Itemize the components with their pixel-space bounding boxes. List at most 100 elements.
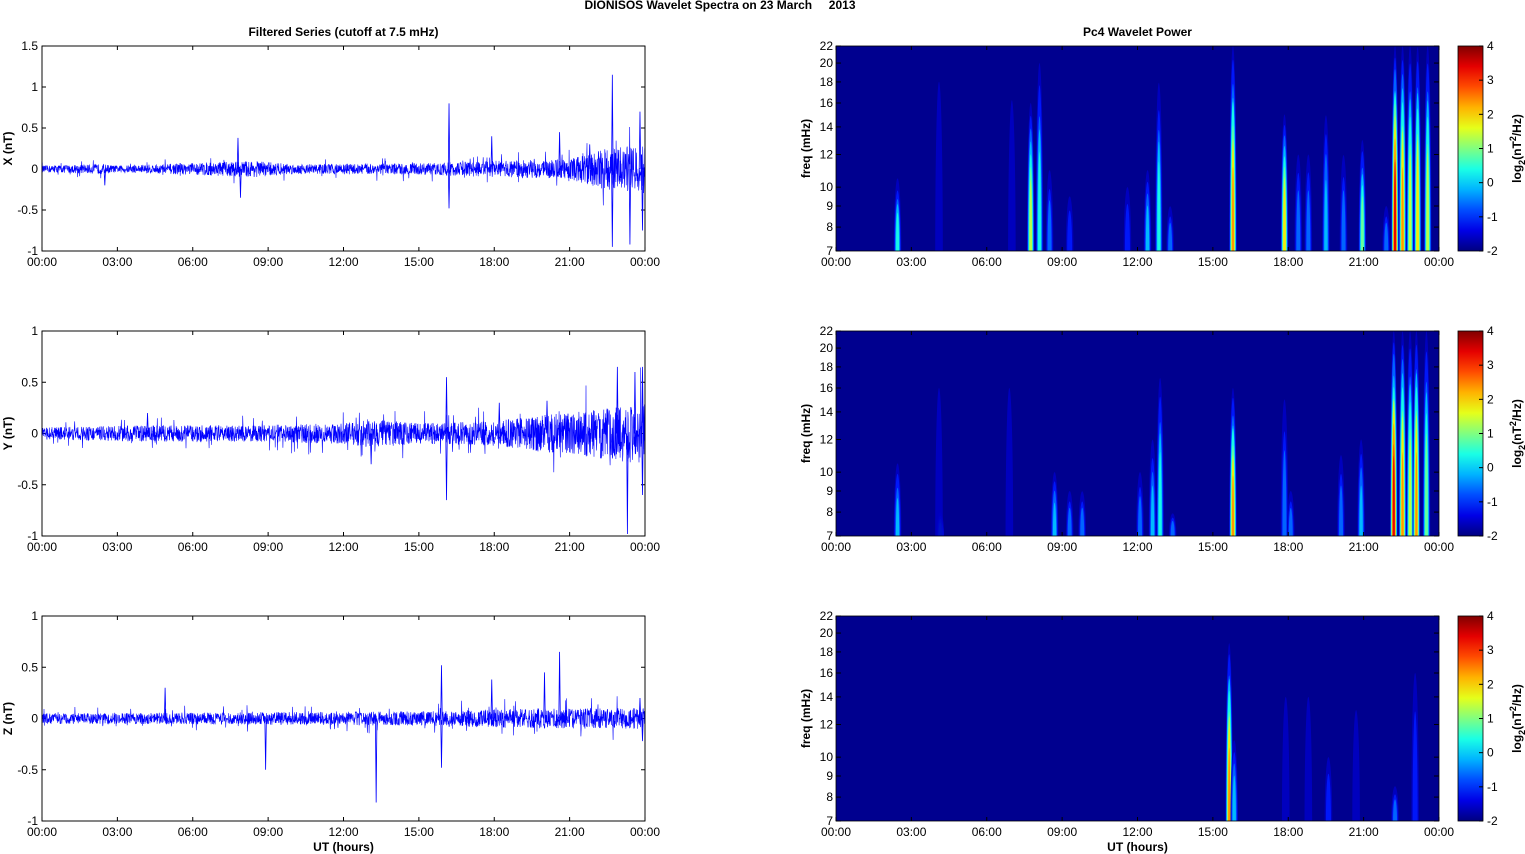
colorbar-tick-label: 2	[1487, 392, 1494, 406]
x-tick-label: 18:00	[479, 540, 509, 554]
y-tick-label: 0	[31, 712, 38, 726]
x-tick-label: 00:00	[630, 255, 660, 269]
x-tick-label: 12:00	[328, 255, 358, 269]
y-axis-label: X (nT)	[1, 132, 15, 166]
x-tick-label: 03:00	[102, 255, 132, 269]
x-tick-label: 18:00	[1273, 825, 1303, 839]
x-tick-label: 21:00	[555, 255, 585, 269]
figure: DIONISOS Wavelet Spectra on 23 March 201…	[1, 0, 1525, 854]
x-tick-label: 03:00	[102, 825, 132, 839]
y-tick-label: -0.5	[17, 203, 38, 217]
colorbar-tick-label: -2	[1487, 814, 1498, 828]
x-tick-label: 09:00	[1047, 540, 1077, 554]
colorbar-tick-label: 4	[1487, 609, 1494, 623]
colorbar-tick-label: 1	[1487, 142, 1494, 156]
x-tick-label: 03:00	[896, 255, 926, 269]
x-tick-label: 12:00	[328, 825, 358, 839]
colorbar-tick-label: 0	[1487, 746, 1494, 760]
x-tick-label: 15:00	[1198, 255, 1228, 269]
x-tick-label: 00:00	[27, 540, 57, 554]
x-tick-label: 09:00	[253, 825, 283, 839]
y-tick-label: -0.5	[17, 478, 38, 492]
x-tick-label: 15:00	[1198, 540, 1228, 554]
plot-frame	[41, 45, 646, 252]
x-axis-label: UT (hours)	[1107, 840, 1168, 854]
y-axis-label: Y (nT)	[1, 417, 15, 451]
y-tick-label: 1.5	[21, 39, 38, 53]
x-tick-label: 00:00	[1424, 540, 1454, 554]
y-tick-label: 12	[820, 148, 834, 162]
y-tick-label: 22	[820, 39, 834, 53]
x-tick-label: 15:00	[404, 825, 434, 839]
x-tick-label: 15:00	[404, 540, 434, 554]
y-axis-label: freq (mHz)	[799, 404, 813, 463]
y-tick-label: 8	[826, 220, 833, 234]
y-tick-label: 9	[826, 484, 833, 498]
x-tick-label: 15:00	[404, 255, 434, 269]
y-tick-label: 22	[820, 609, 834, 623]
x-tick-label: 12:00	[1122, 255, 1152, 269]
figure-title: DIONISOS Wavelet Spectra on 23 March 201…	[585, 0, 856, 12]
x-tick-label: 06:00	[178, 255, 208, 269]
x-tick-label: 03:00	[896, 540, 926, 554]
x-tick-label: 00:00	[821, 540, 851, 554]
y-tick-label: 16	[820, 96, 834, 110]
colorbar-tick-label: 4	[1487, 324, 1494, 338]
y-tick-label: 20	[820, 626, 834, 640]
colorbar-label-part: /Hz)	[1510, 684, 1524, 706]
x-tick-label: 06:00	[972, 540, 1002, 554]
x-tick-label: 00:00	[630, 825, 660, 839]
y-tick-label: 8	[826, 790, 833, 804]
y-tick-label: 8	[826, 505, 833, 519]
x-tick-label: 03:00	[102, 540, 132, 554]
x-tick-label: 18:00	[1273, 540, 1303, 554]
x-tick-label: 21:00	[1349, 540, 1379, 554]
y-tick-label: 14	[820, 405, 834, 419]
colorbar-label: log2(nT2/Hz)log2(nT2/Hz)	[1508, 399, 1525, 468]
y-tick-label: 0.5	[21, 660, 38, 674]
x-tick-label: 09:00	[253, 255, 283, 269]
y-tick-label: 14	[820, 690, 834, 704]
x-tick-label: 15:00	[1198, 825, 1228, 839]
y-tick-label: 1	[31, 609, 38, 623]
x-tick-label: 00:00	[1424, 255, 1454, 269]
y-tick-label: 16	[820, 666, 834, 680]
colorbar-tick-label: 2	[1487, 107, 1494, 121]
colorbar-label: log2(nT2/Hz)log2(nT2/Hz)	[1508, 114, 1525, 183]
y-tick-label: 1	[31, 324, 38, 338]
x-tick-label: 18:00	[479, 825, 509, 839]
y-tick-label: 12	[820, 718, 834, 732]
colorbar-tick-label: -1	[1487, 780, 1498, 794]
x-tick-label: 21:00	[1349, 825, 1379, 839]
x-tick-label: 18:00	[1273, 255, 1303, 269]
colorbar-label-part: log	[1510, 165, 1524, 183]
x-tick-label: 06:00	[972, 825, 1002, 839]
y-spectrum-plot: 78910121416182022freq (mHz)-2-101234log2…	[799, 324, 1525, 543]
y-tick-label: 10	[820, 465, 834, 479]
colorbar-label-part: log	[1510, 450, 1524, 468]
colorbar-label-part: /Hz)	[1510, 399, 1524, 421]
colorbar-tick-label: 3	[1487, 643, 1494, 657]
x-tick-label: 09:00	[1047, 255, 1077, 269]
y-tick-label: 1	[31, 80, 38, 94]
y-axis-label: freq (mHz)	[799, 689, 813, 748]
chart-title: Pc4 Wavelet Power	[1083, 25, 1192, 39]
colorbar-tick-label: 0	[1487, 461, 1494, 475]
y-tick-label: 20	[820, 341, 834, 355]
x-tick-label: 21:00	[555, 825, 585, 839]
colorbar-tick-label: 2	[1487, 677, 1494, 691]
x-tick-label: 21:00	[1349, 255, 1379, 269]
z-series-plot: -1-0.500.51Z (nT)	[1, 609, 646, 828]
y-tick-label: 9	[826, 199, 833, 213]
x-tick-label: 09:00	[253, 540, 283, 554]
colorbar-tick-label: 1	[1487, 712, 1494, 726]
x-tick-label: 00:00	[821, 825, 851, 839]
colorbar-label-part: log	[1510, 735, 1524, 753]
z-spectrum-plot: 78910121416182022freq (mHz)-2-101234log2…	[799, 609, 1525, 828]
colorbar-tick-label: -2	[1487, 529, 1498, 543]
spectrum-background	[836, 46, 1439, 251]
y-tick-label: 18	[820, 75, 834, 89]
colorbar-tick-label: -1	[1487, 210, 1498, 224]
chart-title: Filtered Series (cutoff at 7.5 mHz)	[248, 25, 438, 39]
x-tick-label: 00:00	[630, 540, 660, 554]
